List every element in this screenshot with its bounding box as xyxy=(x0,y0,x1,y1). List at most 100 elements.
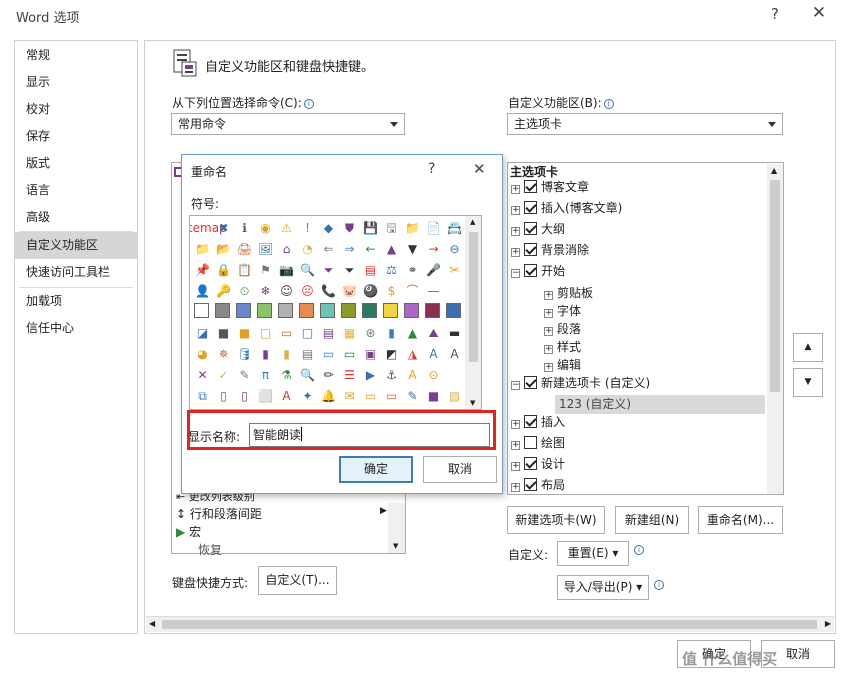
symbol-cell[interactable]: ⚭ xyxy=(404,261,421,278)
symbol-cell[interactable]: ⊛ xyxy=(362,324,379,341)
symbol-cell[interactable]: ⇒ xyxy=(341,240,358,257)
symbol-cell[interactable]: ■ xyxy=(215,324,232,341)
customize-keyboard-button[interactable]: 自定义(T)... xyxy=(258,566,337,595)
tree-item-custom-group[interactable]: 123 (自定义) xyxy=(555,395,765,414)
tree-scrollbar[interactable]: ▲ xyxy=(767,164,783,494)
symbol-cell[interactable]: 🖫 xyxy=(383,219,400,236)
scroll-right-icon[interactable]: ▶ xyxy=(825,619,831,628)
symbol-cell[interactable]: ⏲ xyxy=(236,282,253,299)
symbol-cell[interactable]: ▮ xyxy=(278,345,295,362)
symbol-cell[interactable]: ▲ xyxy=(383,240,400,257)
symbol-cell[interactable]: ▬ xyxy=(446,324,463,341)
symbol-cell[interactable]: □ xyxy=(257,324,274,341)
symbol-cell[interactable]: 📂 xyxy=(215,240,232,257)
symbol-cell[interactable]: 🔒 xyxy=(215,261,232,278)
symbol-cell[interactable]: ▤ xyxy=(299,345,316,362)
symbol-cell[interactable] xyxy=(446,303,461,318)
symbol-cell[interactable]: ✎ xyxy=(404,387,421,404)
nav-item-save[interactable]: 保存 xyxy=(15,123,137,150)
close-button[interactable]: ✕ xyxy=(808,3,830,23)
symbol-cell[interactable]: 🎱 xyxy=(362,282,379,299)
symbol-cell[interactable]: ▣ xyxy=(362,345,379,362)
symbol-cell[interactable]: ◪ xyxy=(194,324,211,341)
symbol-cell[interactable]: 🔔 xyxy=(320,387,337,404)
move-up-button[interactable]: ▲ xyxy=(793,333,823,362)
symbol-cell[interactable] xyxy=(236,303,251,318)
symbol-cell[interactable]: A xyxy=(425,345,442,362)
symbol-cell[interactable]: 💾 xyxy=(362,219,379,236)
expand-icon[interactable]: + xyxy=(511,441,520,450)
symbol-cell[interactable]: ▮ xyxy=(257,345,274,362)
close-button[interactable]: ✕ xyxy=(473,160,486,178)
scroll-left-icon[interactable]: ◀ xyxy=(149,619,155,628)
symbol-cell[interactable]: ▭ xyxy=(341,345,358,362)
nav-item-display[interactable]: 显示 xyxy=(15,69,137,96)
symbol-cell[interactable]: ▭ xyxy=(320,345,337,362)
symbol-cell[interactable]: 📞 xyxy=(320,282,337,299)
nav-item-customize-ribbon[interactable]: 自定义功能区 xyxy=(15,232,137,259)
symbol-cell[interactable] xyxy=(299,303,314,318)
symbol-cell[interactable]: ⧉ xyxy=(194,387,211,404)
symbol-cell[interactable]: 📁 xyxy=(404,219,421,236)
checkbox[interactable] xyxy=(524,222,537,235)
symbol-cell[interactable]: ◆ xyxy=(320,219,337,236)
symbol-cell[interactable]: ⌒ xyxy=(404,282,421,299)
symbol-cell[interactable]: sitemap xyxy=(190,219,227,236)
expand-icon[interactable]: + xyxy=(544,291,553,300)
scroll-thumb[interactable] xyxy=(770,180,780,392)
symbol-cell[interactable] xyxy=(215,303,230,318)
symbol-cell[interactable]: 📄 xyxy=(425,219,442,236)
reset-button[interactable]: 重置(E) ▾ xyxy=(557,541,629,566)
expand-icon[interactable]: + xyxy=(544,309,553,318)
symbol-cell[interactable]: 👤 xyxy=(194,282,211,299)
expand-icon[interactable]: + xyxy=(511,206,520,215)
expand-icon[interactable]: + xyxy=(511,227,520,236)
tree-item-blog[interactable]: + 博客文章 xyxy=(511,177,589,198)
checkbox[interactable] xyxy=(524,478,537,491)
checkbox[interactable] xyxy=(524,376,537,389)
expand-icon[interactable]: + xyxy=(511,483,520,492)
symbol-cell[interactable]: ✉ xyxy=(341,387,358,404)
symbol-cell[interactable] xyxy=(404,303,419,318)
import-export-button[interactable]: 导入/导出(P) ▾ xyxy=(557,575,649,600)
expand-icon[interactable]: + xyxy=(511,462,520,471)
symbol-cell[interactable]: ◕ xyxy=(194,345,211,362)
scroll-down-icon[interactable]: ▼ xyxy=(393,542,398,550)
help-button[interactable]: ? xyxy=(766,5,784,23)
nav-item-general[interactable]: 常规 xyxy=(15,42,137,69)
checkbox[interactable] xyxy=(524,415,537,428)
symbol-cell[interactable]: π xyxy=(257,366,274,383)
symbol-cell[interactable]: ▤ xyxy=(362,261,379,278)
scroll-up-icon[interactable]: ▲ xyxy=(771,166,777,175)
tree-item-styles[interactable]: + 样式 xyxy=(544,338,581,356)
symbol-grid[interactable]: sitemap✖ℹ◉⚠!◆⛊💾🖫📁📄📇📂📁📂🖨🖼⌂◔⇐⇒←▲▼→⊖📌🔒📋⚑📷🔍⏷… xyxy=(189,215,482,410)
symbol-cell[interactable]: 📇 xyxy=(446,219,463,236)
checkbox[interactable] xyxy=(524,180,537,193)
tree-item-clipboard[interactable]: + 剪贴板 xyxy=(544,284,593,302)
symbol-cell[interactable]: ⚠ xyxy=(278,219,295,236)
symbol-cell[interactable]: ❄ xyxy=(257,282,274,299)
tree-item-new-tab[interactable]: − 新建选项卡 (自定义) xyxy=(511,373,650,394)
rename-cancel-button[interactable]: 取消 xyxy=(423,456,497,483)
symbol-cell[interactable]: ⏷ xyxy=(341,261,358,278)
symbol-cell[interactable]: → xyxy=(425,240,442,257)
scroll-thumb[interactable] xyxy=(469,232,478,362)
symbol-cell[interactable]: ! xyxy=(299,219,316,236)
symbol-cell[interactable]: ▼ xyxy=(404,240,421,257)
list-item[interactable]: 恢复 xyxy=(198,541,222,558)
help-button[interactable]: ? xyxy=(428,161,435,177)
scroll-down-icon[interactable]: ▼ xyxy=(470,399,475,407)
nav-item-addins[interactable]: 加载项 xyxy=(15,288,137,315)
ribbon-tree[interactable]: 主选项卡 + 博客文章 + 插入(博客文章) + 大纲 + 背景消除 − 开始 + 剪贴板 … xyxy=(507,162,784,495)
symbol-cell[interactable]: 🔑 xyxy=(215,282,232,299)
tree-item-insert-blog[interactable]: + 插入(博客文章) xyxy=(511,198,622,219)
symbol-cell[interactable]: ▯ xyxy=(236,387,253,404)
symbol-cell[interactable]: ▯ xyxy=(215,387,232,404)
symbol-cell[interactable]: ▮ xyxy=(383,324,400,341)
symbol-cell[interactable] xyxy=(278,303,293,318)
symbol-cell[interactable]: ■ xyxy=(425,387,442,404)
ribbon-select[interactable]: 主选项卡 xyxy=(507,113,783,135)
symbol-cell[interactable]: ⌂ xyxy=(278,240,295,257)
symbol-cell[interactable]: ▤ xyxy=(320,324,337,341)
symbol-cell[interactable] xyxy=(341,303,356,318)
